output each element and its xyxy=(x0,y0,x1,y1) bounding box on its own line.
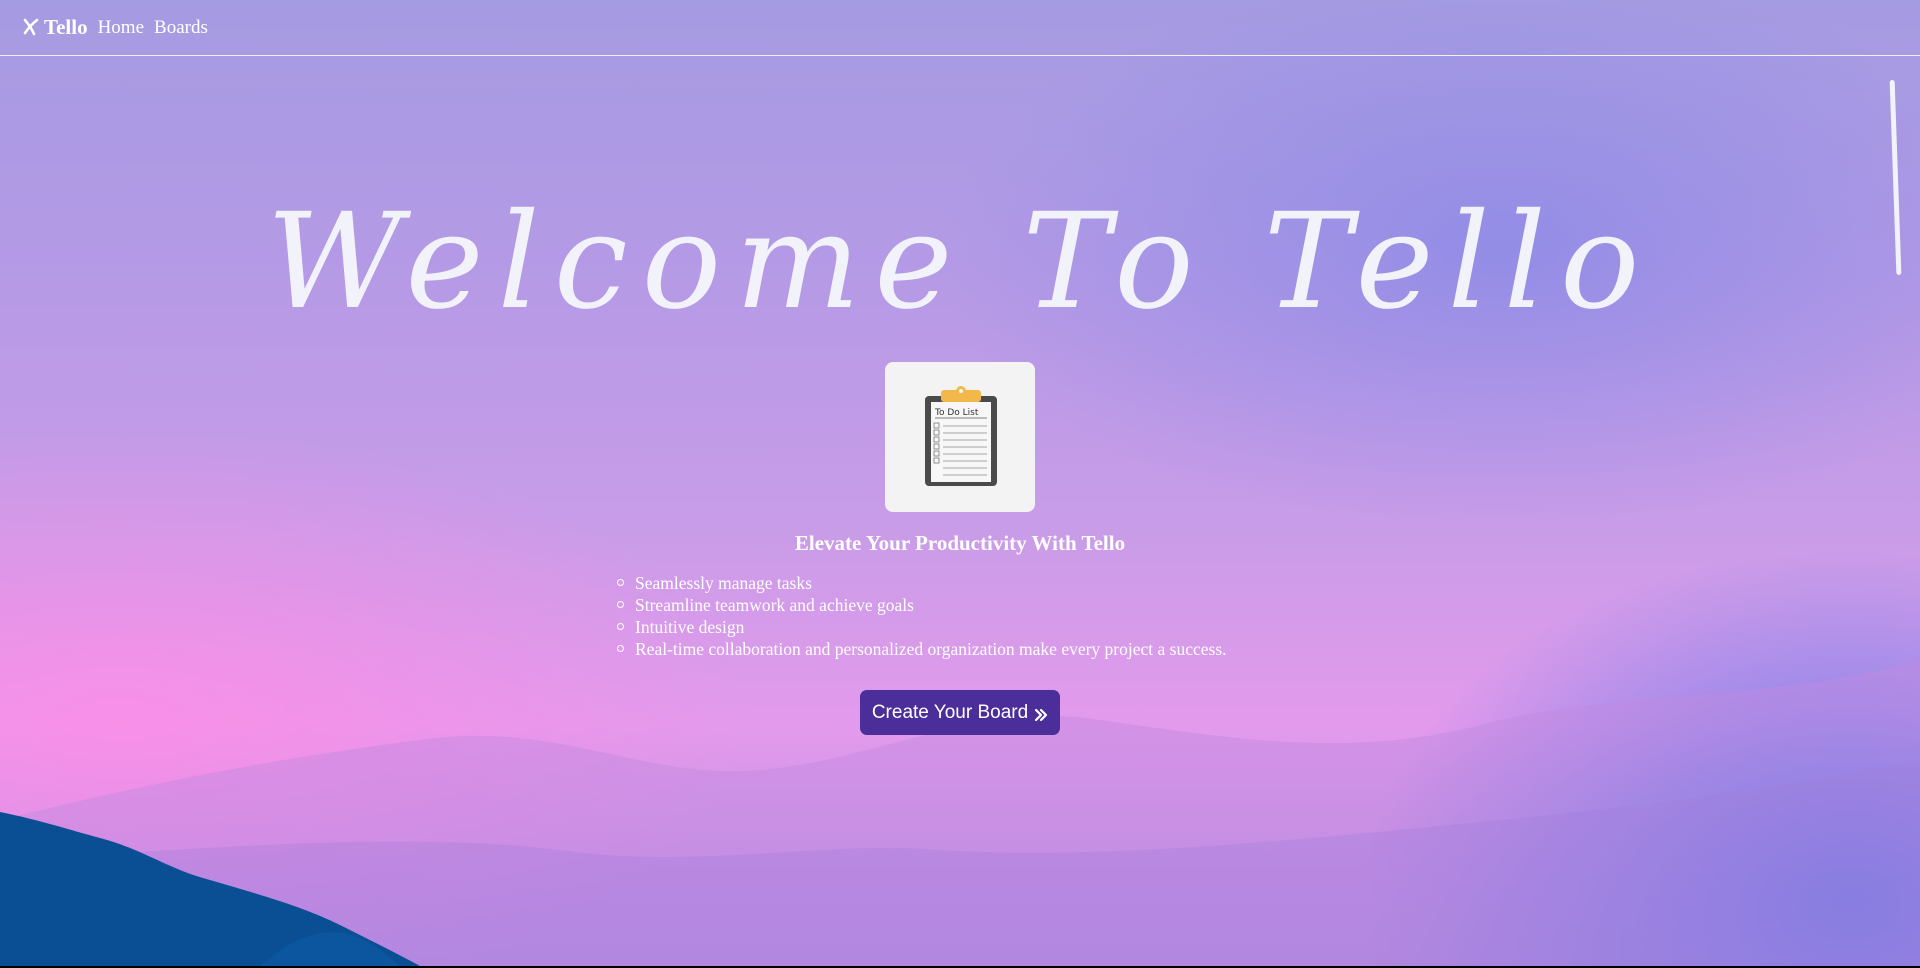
tagline-heading: Elevate Your Productivity With Tello xyxy=(794,531,1126,555)
feature-item: Streamline teamwork and achieve goals xyxy=(613,594,1227,616)
brand-logo[interactable]: Tello xyxy=(22,15,88,40)
clipboard-heading: To Do List xyxy=(934,408,979,418)
welcome-heading: Welcome To Tello xyxy=(266,185,1654,340)
create-board-label: Create Your Board xyxy=(871,701,1029,723)
double-chevron-right-icon xyxy=(1034,706,1048,721)
feature-item: Seamlessly manage tasks xyxy=(613,572,1227,594)
landing-page: Tello Home Boards Welcome To Tello To Do… xyxy=(0,0,1920,966)
brand-name: Tello xyxy=(44,15,88,39)
top-navbar: Tello Home Boards xyxy=(0,0,1920,56)
todo-list-logo-card: To Do List xyxy=(885,362,1035,512)
feature-item: Intuitive design xyxy=(613,616,1227,638)
create-board-button[interactable]: Create Your Board xyxy=(860,690,1060,735)
x-logo-icon xyxy=(22,17,40,35)
feature-list: Seamlessly manage tasks Streamline teamw… xyxy=(613,572,1227,660)
clipboard-icon: To Do List xyxy=(925,386,997,486)
nav-link-boards[interactable]: Boards xyxy=(154,17,208,39)
feature-item: Real-time collaboration and personalized… xyxy=(613,638,1227,660)
nav-link-home[interactable]: Home xyxy=(98,17,144,39)
